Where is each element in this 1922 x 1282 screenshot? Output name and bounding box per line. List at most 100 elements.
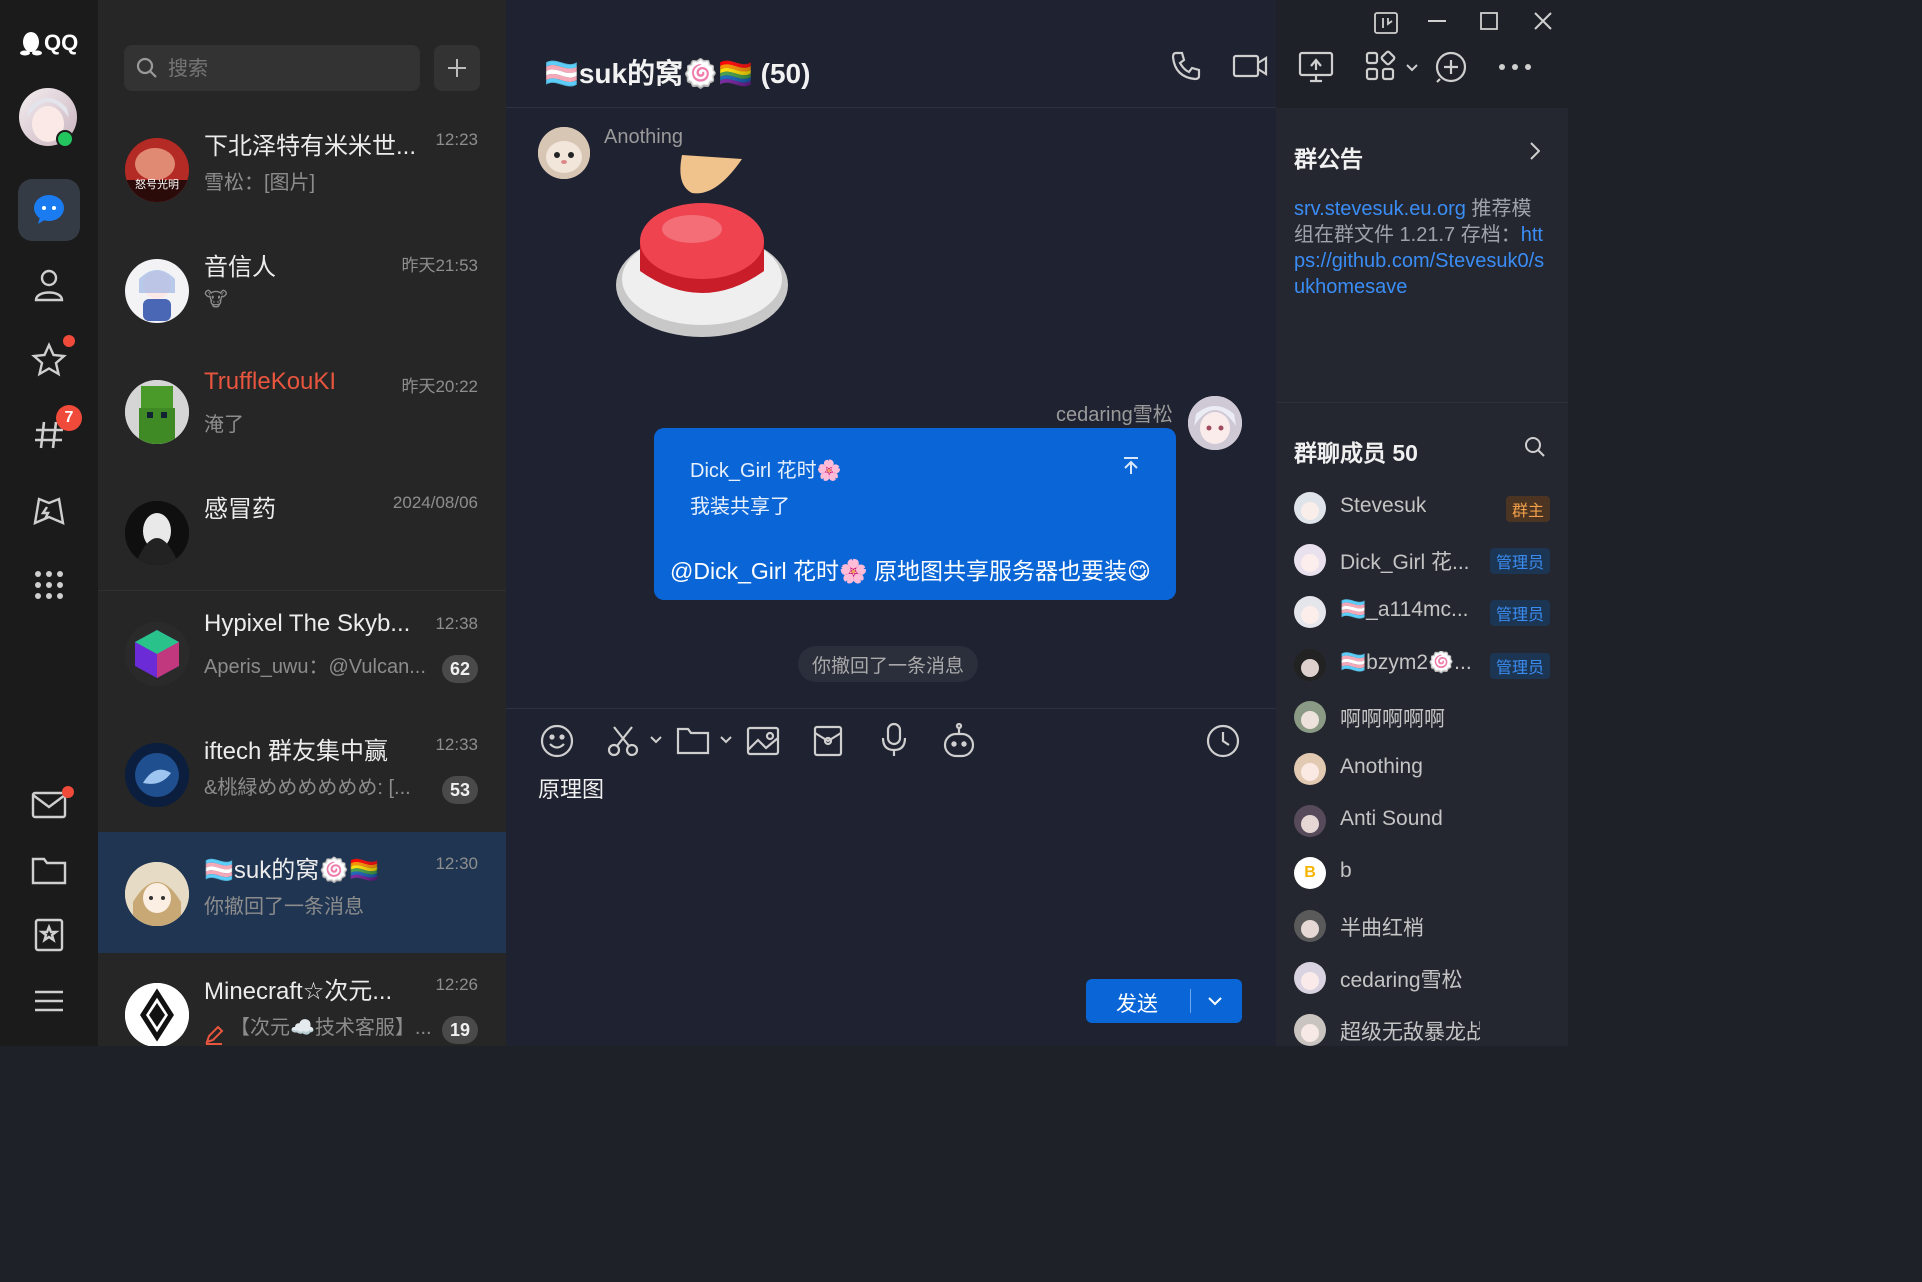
member-item[interactable]: Stevesuk 群主 (1294, 482, 1560, 534)
member-name: Stevesuk (1340, 494, 1427, 517)
message-sender: Anothing (604, 126, 683, 148)
red-button-sticker[interactable] (612, 155, 792, 345)
send-options-chevron-icon[interactable] (1208, 997, 1222, 1006)
chat-title: 🏳️‍⚧️suk的窝🍥🏳️‍🌈 (50) (544, 58, 811, 89)
mail-icon (31, 791, 67, 819)
conversation-time: 2024/08/06 (392, 493, 478, 512)
conversation-item[interactable]: TruffleKouKI 昨天20:22 淹了 (98, 350, 506, 471)
conversation-item[interactable]: 音信人 昨天21:53 🐮 (98, 229, 506, 350)
conversation-item[interactable]: 感冒药 2024/08/06 (98, 471, 506, 592)
mail-tab[interactable] (18, 774, 80, 836)
minimize-icon[interactable] (1428, 20, 1446, 22)
app-logo-text: QQ (44, 30, 79, 55)
messages-tab[interactable] (18, 179, 80, 241)
conversation-item[interactable]: 怒号光明 下北泽特有米米世... 12:23 雪松：[图片] (98, 108, 506, 229)
chevron-down-icon[interactable] (720, 736, 732, 744)
member-item[interactable]: cedaring雪松 (1294, 952, 1560, 1004)
chevron-right-icon[interactable] (1530, 142, 1540, 160)
member-item[interactable]: 半曲红梢 (1294, 900, 1560, 952)
member-name: cedaring雪松 (1340, 968, 1463, 992)
conversation-time: 12:33 (435, 735, 478, 754)
chevron-down-icon[interactable] (650, 736, 662, 744)
files-tab[interactable] (18, 839, 80, 901)
history-clock-icon[interactable] (1206, 724, 1240, 758)
screenshot-scissors-icon[interactable] (606, 724, 640, 758)
apps-grid-icon[interactable] (1364, 50, 1396, 82)
notice-link[interactable]: srv.stevesuk.eu.org (1294, 198, 1466, 220)
message-sender: cedaring雪松 (1056, 404, 1173, 426)
conversation-name: 音信人 (204, 254, 276, 281)
image-icon[interactable] (746, 724, 780, 758)
message-bubble[interactable]: Dick_Girl 花时🌸 我装共享了 @Dick_Girl 花时🌸 原地图共享… (654, 428, 1176, 600)
group-info-panel: 群公告 srv.stevesuk.eu.org 推荐模组在群文件 1.21.7 … (1276, 108, 1568, 1046)
conversation-item[interactable]: Hypixel The Skyb... 12:38 Aperis_uwu：@Vu… (98, 592, 506, 713)
message-text: @Dick_Girl 花时🌸 原地图共享服务器也要装😋 (670, 558, 1152, 584)
members-title: 群聊成员 50 (1294, 440, 1418, 466)
penguin-icon (20, 32, 42, 56)
send-button[interactable]: 发送 (1086, 979, 1242, 1023)
unread-count-badge: 53 (442, 776, 478, 804)
grid-dots-icon (35, 571, 63, 599)
collections-tab[interactable] (18, 904, 80, 966)
emoji-icon[interactable] (540, 724, 574, 758)
more-options-icon[interactable] (1498, 62, 1532, 72)
contacts-tab[interactable] (18, 254, 80, 316)
conversation-time: 12:23 (435, 130, 478, 149)
microphone-icon[interactable] (880, 722, 908, 758)
chat-bubble-icon (34, 195, 64, 224)
pin-window-icon[interactable] (1374, 12, 1398, 34)
close-icon[interactable] (1534, 12, 1552, 30)
conversation-avatar (125, 862, 189, 926)
mail-dot (62, 786, 74, 798)
online-status-dot (56, 130, 74, 148)
bookmark-icon (34, 918, 64, 952)
chevron-down-icon[interactable] (1406, 64, 1418, 72)
chat-panel: 🏳️‍⚧️suk的窝🍥🏳️‍🌈 (50) Anothing cedaring雪松… (506, 0, 1531, 1046)
conversation-name: 下北泽特有米米世... (204, 133, 417, 160)
member-item[interactable]: 超级无敌暴龙战士 (1294, 1004, 1560, 1056)
window-controls (1372, 8, 1562, 38)
robot-icon[interactable] (942, 722, 976, 758)
member-item[interactable]: Anti Sound (1294, 795, 1560, 847)
maximize-icon[interactable] (1480, 12, 1498, 30)
sender-avatar[interactable] (538, 127, 590, 179)
conversation-preview: &桃緑めめめめめめ: [... (204, 777, 411, 799)
sender-avatar[interactable] (1188, 396, 1242, 450)
member-name: Dick_Girl 花... (1340, 551, 1470, 575)
member-item[interactable]: 🏳️‍⚧️bzym2🍥... 管理员 (1294, 639, 1560, 691)
member-name: 半曲红梢 (1340, 916, 1424, 940)
games-tab[interactable] (18, 479, 80, 541)
unread-count-badge: 19 (442, 1016, 478, 1044)
panel-divider (1276, 402, 1568, 403)
video-call-icon[interactable] (1232, 50, 1268, 82)
search-box[interactable] (124, 45, 420, 91)
more-apps-tab[interactable] (18, 554, 80, 616)
search-input[interactable] (166, 53, 410, 85)
member-item[interactable]: Anothing (1294, 743, 1560, 795)
conversation-preview: 淹了 (204, 414, 244, 436)
member-avatar (1294, 648, 1326, 681)
member-item[interactable]: 啊啊啊啊啊 (1294, 691, 1560, 743)
search-icon[interactable] (1524, 436, 1546, 458)
message-input[interactable]: 原理图 (538, 772, 604, 804)
quoted-sender: Dick_Girl 花时🌸 (690, 460, 842, 482)
voice-call-icon[interactable] (1170, 50, 1202, 82)
plus-icon (448, 59, 466, 77)
conversation-item[interactable]: iftech 群友集中赢 12:33 &桃緑めめめめめめ: [... 53 (98, 713, 506, 834)
conversation-item-active[interactable]: 🏳️‍⚧️suk的窝🍥🏳️‍🌈 12:30 你撤回了一条消息 (98, 832, 506, 953)
member-avatar (1294, 700, 1326, 733)
conversation-item[interactable]: Minecraft☆次元... 12:26 【次元☁️技术客服】... 19 (98, 953, 506, 1046)
add-circle-icon[interactable] (1434, 50, 1468, 84)
add-button[interactable] (434, 45, 480, 91)
folder-icon[interactable] (676, 726, 710, 756)
member-item[interactable]: 🏳️‍⚧️_a114mc... 管理员 (1294, 586, 1560, 638)
conversation-avatar (125, 983, 189, 1046)
member-name: 啊啊啊啊啊 (1340, 707, 1445, 731)
member-item[interactable]: Dick_Girl 花... 管理员 (1294, 534, 1560, 586)
nav-rail: QQ 7 (0, 0, 98, 1046)
main-menu-button[interactable] (18, 970, 80, 1032)
screen-share-icon[interactable] (1298, 50, 1334, 84)
member-item[interactable]: Bb (1294, 847, 1560, 899)
red-packet-icon[interactable] (812, 724, 844, 758)
jump-to-quote-icon[interactable] (1122, 456, 1140, 476)
